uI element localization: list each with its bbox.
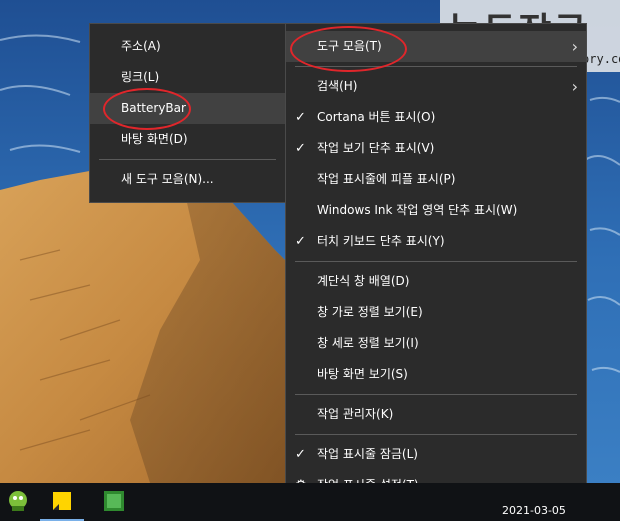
- chevron-right-icon: ›: [571, 37, 578, 56]
- menu-item-touch-keyboard[interactable]: ✓ 터치 키보드 단추 표시(Y): [286, 226, 586, 257]
- annotation-circle-toolbars: [290, 26, 407, 72]
- menu-item-label: 창 세로 정렬 보기(I): [317, 336, 419, 350]
- menu-item-cortana[interactable]: ✓ Cortana 버튼 표시(O): [286, 102, 586, 133]
- menu-item-lock-taskbar[interactable]: ✓ 작업 표시줄 잠금(L): [286, 439, 586, 470]
- checkmark-icon: ✓: [295, 141, 306, 156]
- submenu-item-address[interactable]: 주소(A): [90, 31, 285, 62]
- menu-item-task-manager[interactable]: 작업 관리자(K): [286, 399, 586, 430]
- submenu-item-label: 주소(A): [121, 39, 161, 53]
- submenu-item-label: 바탕 화면(D): [121, 132, 188, 146]
- menu-item-cascade[interactable]: 계단식 창 배열(D): [286, 266, 586, 297]
- checkmark-icon: ✓: [295, 447, 306, 462]
- menu-item-side-by-side[interactable]: 창 세로 정렬 보기(I): [286, 328, 586, 359]
- menu-item-label: 검색(H): [317, 79, 358, 93]
- menu-item-label: Cortana 버튼 표시(O): [317, 110, 436, 124]
- menu-item-label: Windows Ink 작업 영역 단추 표시(W): [317, 203, 518, 217]
- menu-item-label: 작업 표시줄 잠금(L): [317, 447, 418, 461]
- annotation-circle-batterybar: [103, 88, 191, 130]
- menu-item-windows-ink[interactable]: Windows Ink 작업 영역 단추 표시(W): [286, 195, 586, 226]
- menu-separator: [295, 261, 577, 262]
- clock-date[interactable]: 2021-03-05: [502, 504, 566, 517]
- checkmark-icon: ✓: [295, 110, 306, 125]
- menu-item-label: 작업 표시줄에 피플 표시(P): [317, 172, 456, 186]
- menu-item-label: 계단식 창 배열(D): [317, 274, 410, 288]
- checkmark-icon: ✓: [295, 234, 306, 249]
- menu-item-label: 창 가로 정렬 보기(E): [317, 305, 423, 319]
- submenu-item-label: 링크(L): [121, 70, 160, 84]
- menu-item-label: 터치 키보드 단추 표시(Y): [317, 234, 445, 248]
- menu-item-show-desktop[interactable]: 바탕 화면 보기(S): [286, 359, 586, 390]
- menu-item-label: 작업 관리자(K): [317, 407, 394, 421]
- menu-separator: [295, 394, 577, 395]
- sticky-notes-icon[interactable]: [49, 488, 75, 514]
- menu-item-search[interactable]: 검색(H) ›: [286, 71, 586, 102]
- submenu-item-desktop[interactable]: 바탕 화면(D): [90, 124, 285, 155]
- app-tray-icon[interactable]: [5, 488, 31, 514]
- menu-separator: [99, 159, 276, 160]
- taskbar: 2021-03-05: [0, 483, 620, 521]
- menu-item-label: 작업 보기 단추 표시(V): [317, 141, 435, 155]
- menu-item-people[interactable]: 작업 표시줄에 피플 표시(P): [286, 164, 586, 195]
- menu-separator: [295, 434, 577, 435]
- submenu-item-new-toolbar[interactable]: 새 도구 모음(N)...: [90, 164, 285, 195]
- menu-item-stacked[interactable]: 창 가로 정렬 보기(E): [286, 297, 586, 328]
- chevron-right-icon: ›: [571, 77, 578, 96]
- app-icon-green[interactable]: [101, 488, 127, 514]
- menu-item-task-view[interactable]: ✓ 작업 보기 단추 표시(V): [286, 133, 586, 164]
- taskbar-context-menu: 도구 모음(T) › 검색(H) › ✓ Cortana 버튼 표시(O) ✓ …: [285, 23, 587, 500]
- menu-item-label: 바탕 화면 보기(S): [317, 367, 408, 381]
- submenu-item-label: 새 도구 모음(N)...: [121, 172, 214, 186]
- submenu-item-links[interactable]: 링크(L): [90, 62, 285, 93]
